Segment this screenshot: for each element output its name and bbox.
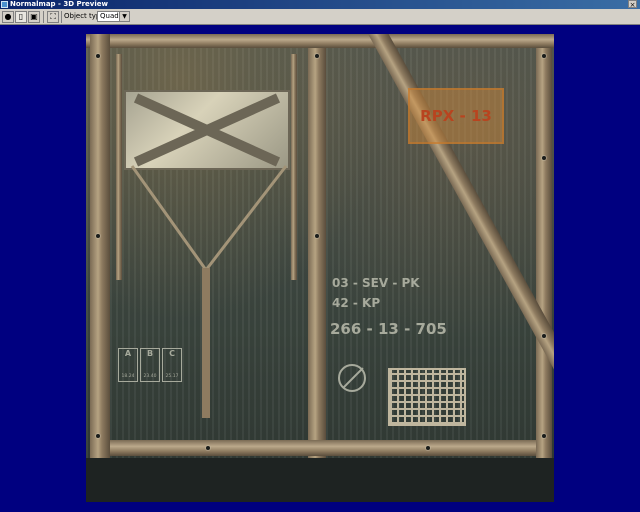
sphere-view-button[interactable]: ● [2, 11, 14, 23]
app-icon [1, 1, 8, 8]
rivet [206, 446, 210, 450]
abc-cell: C 25.17 [162, 348, 182, 382]
fit-icon: ⛶ [50, 12, 56, 21]
object-type-value: Quad [100, 12, 119, 20]
left-rail [116, 54, 122, 280]
image-icon: ▣ [30, 12, 38, 21]
abc-cell: B 23.40 [140, 348, 160, 382]
x-brace-plate [124, 90, 290, 170]
rivet [542, 334, 546, 338]
cell-value: 25.17 [165, 374, 179, 379]
x-brace-icon [133, 93, 281, 167]
stencil-line-2: 42 - KP [332, 296, 381, 310]
window-title: Normalmap - 3D Preview [10, 0, 108, 8]
y-strut [130, 165, 288, 418]
cell-letter: A [124, 349, 132, 358]
abc-cell: A 18.24 [118, 348, 138, 382]
stencil-line-3: 266 - 13 - 705 [330, 320, 447, 338]
toolbar-separator [61, 11, 62, 23]
rivet [542, 54, 546, 58]
title-bar: Normalmap - 3D Preview × [0, 0, 640, 9]
rivet [96, 54, 100, 58]
stencil-line-1: 03 - SEV - PK [332, 276, 420, 290]
rivet [96, 234, 100, 238]
abc-table: A 18.24 B 23.40 C 25.17 [118, 348, 188, 384]
rivet [96, 434, 100, 438]
toolbar: ● ▯ ▣ ⛶ Object type: Quad ▼ [0, 9, 640, 25]
rpx-label: RPX - 13 [408, 88, 504, 144]
cell-value: 23.40 [143, 374, 157, 379]
fit-view-button[interactable]: ⛶ [47, 11, 59, 23]
close-button[interactable]: × [628, 0, 637, 9]
vent-grille [388, 368, 466, 426]
sphere-icon: ● [4, 12, 12, 21]
rivet [315, 234, 319, 238]
preview-viewport[interactable]: RPX - 13 03 - SEV - PK 42 - KP 266 - 13 … [86, 34, 554, 502]
bottom-shadow-band [86, 458, 554, 502]
left-beam [90, 34, 110, 502]
lower-rail [110, 440, 536, 456]
light-button[interactable]: ▯ [15, 11, 27, 23]
cell-letter: B [146, 349, 154, 358]
object-type-select[interactable]: Quad ▼ [97, 11, 130, 22]
light-icon: ▯ [18, 12, 24, 21]
chevron-down-icon: ▼ [119, 12, 129, 21]
rivet [542, 156, 546, 160]
image-button[interactable]: ▣ [28, 11, 40, 23]
cell-value: 18.24 [121, 374, 135, 379]
cell-letter: C [169, 349, 175, 358]
rivet [315, 54, 319, 58]
center-beam [308, 48, 326, 502]
rivet [542, 434, 546, 438]
no-entry-icon [338, 364, 366, 392]
toolbar-separator [43, 11, 44, 23]
rivet [426, 446, 430, 450]
top-beam [86, 34, 554, 48]
